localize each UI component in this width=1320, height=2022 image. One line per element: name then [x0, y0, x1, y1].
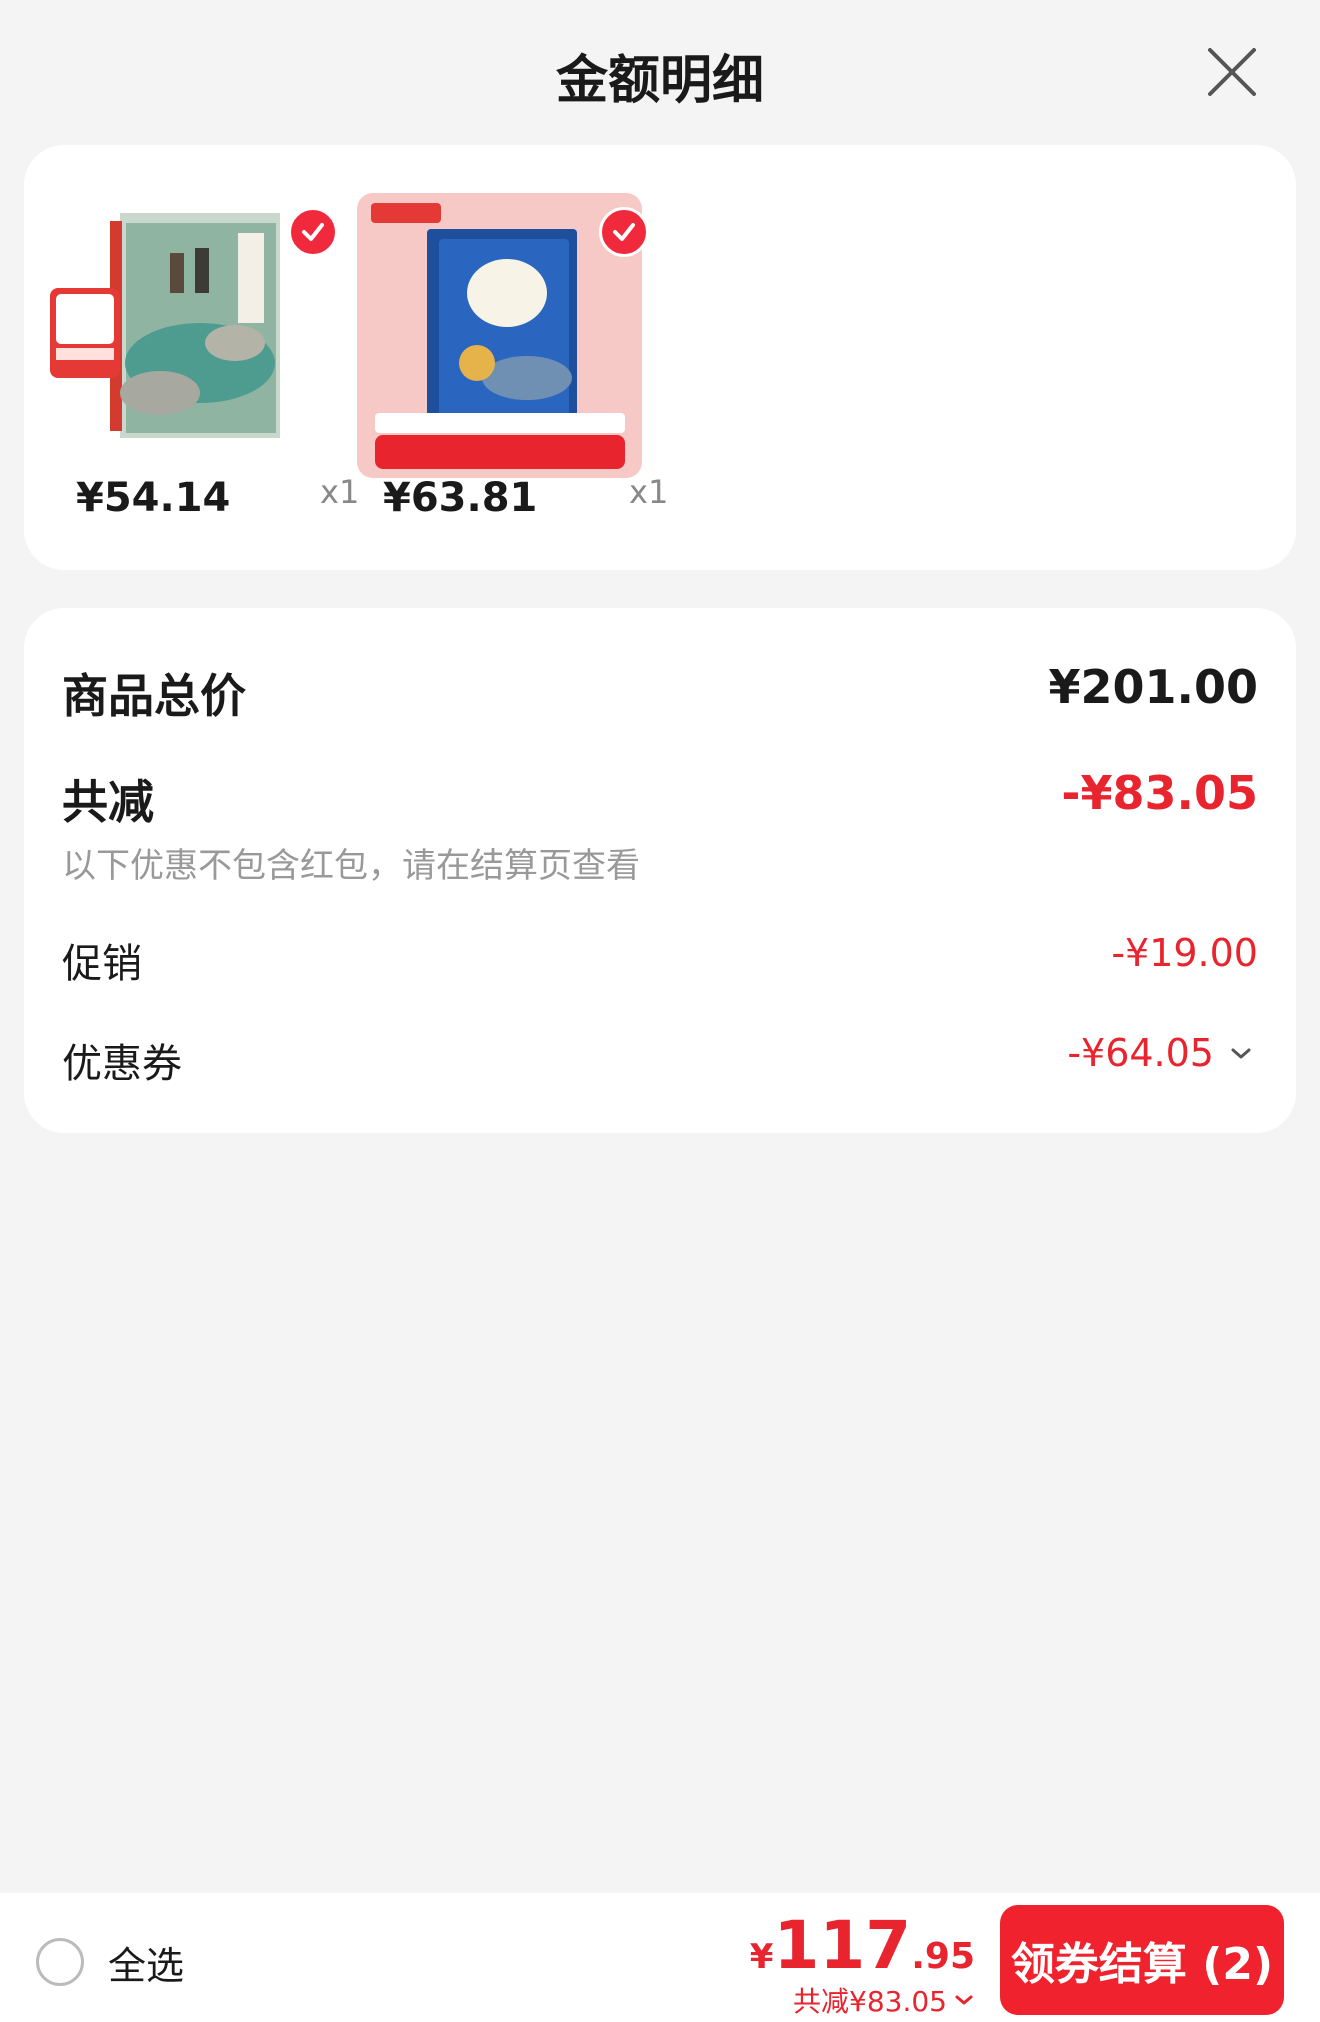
- payable-amount: ¥117.95 共减¥83.05: [750, 1907, 975, 2020]
- close-button[interactable]: [1204, 44, 1260, 100]
- discount-note: 以下优惠不包含红包，请在结算页查看: [62, 846, 640, 886]
- product-price: ¥54.14: [76, 475, 231, 521]
- products-card: ¥54.14 x1 ¥63.81 x1: [24, 145, 1296, 570]
- product-price: ¥63.81: [383, 475, 538, 521]
- product-item[interactable]: ¥54.14 x1: [50, 145, 359, 570]
- amount-integer: 117: [773, 1907, 912, 1984]
- amount-decimal: .95: [911, 1936, 975, 1977]
- payable-amount-value: ¥117.95: [750, 1907, 975, 1984]
- checkout-bar: 全选 ¥117.95 共减¥83.05 领券结算 (2): [0, 1893, 1320, 2022]
- currency-symbol: ¥: [749, 1937, 774, 1977]
- page-title: 金额明细: [555, 51, 764, 111]
- close-icon: [1208, 48, 1256, 96]
- product-qty: x1: [320, 473, 360, 511]
- total-price-label: 商品总价: [62, 669, 246, 723]
- product-qty: x1: [629, 473, 669, 511]
- select-all-toggle[interactable]: 全选: [36, 1937, 185, 1988]
- coupon-value: -¥64.05: [1067, 1031, 1214, 1075]
- total-price-value: ¥201.00: [1048, 660, 1258, 714]
- chevron-down-icon: [955, 1995, 973, 2005]
- promotion-value: -¥19.00: [1111, 931, 1258, 975]
- chevron-down-icon[interactable]: [1228, 1041, 1254, 1067]
- selected-check-icon[interactable]: [288, 207, 338, 257]
- sheet-header: 金额明细: [0, 0, 1320, 145]
- checkout-button[interactable]: 领券结算 (2): [1000, 1905, 1284, 2015]
- select-all-radio[interactable]: [36, 1938, 84, 1986]
- coupon-label: 优惠券: [62, 1041, 182, 1087]
- discount-summary-text: 共减¥83.05: [793, 1985, 947, 2018]
- select-all-label: 全选: [108, 1943, 185, 1988]
- summary-card: 商品总价 ¥201.00 共减 -¥83.05 以下优惠不包含红包，请在结算页查…: [24, 608, 1296, 1133]
- discount-summary-toggle[interactable]: 共减¥83.05: [750, 1980, 975, 2020]
- product-item[interactable]: ¥63.81 x1: [357, 145, 668, 570]
- amount-detail-sheet: 金额明细 ¥54.14 x1 ¥63.81 x1 商品总价 ¥201.00 共减…: [0, 0, 1320, 2022]
- total-discount-value: -¥83.05: [1061, 766, 1258, 820]
- promotion-label: 促销: [62, 941, 142, 987]
- total-discount-label: 共减: [62, 775, 154, 829]
- selected-check-icon[interactable]: [599, 207, 649, 257]
